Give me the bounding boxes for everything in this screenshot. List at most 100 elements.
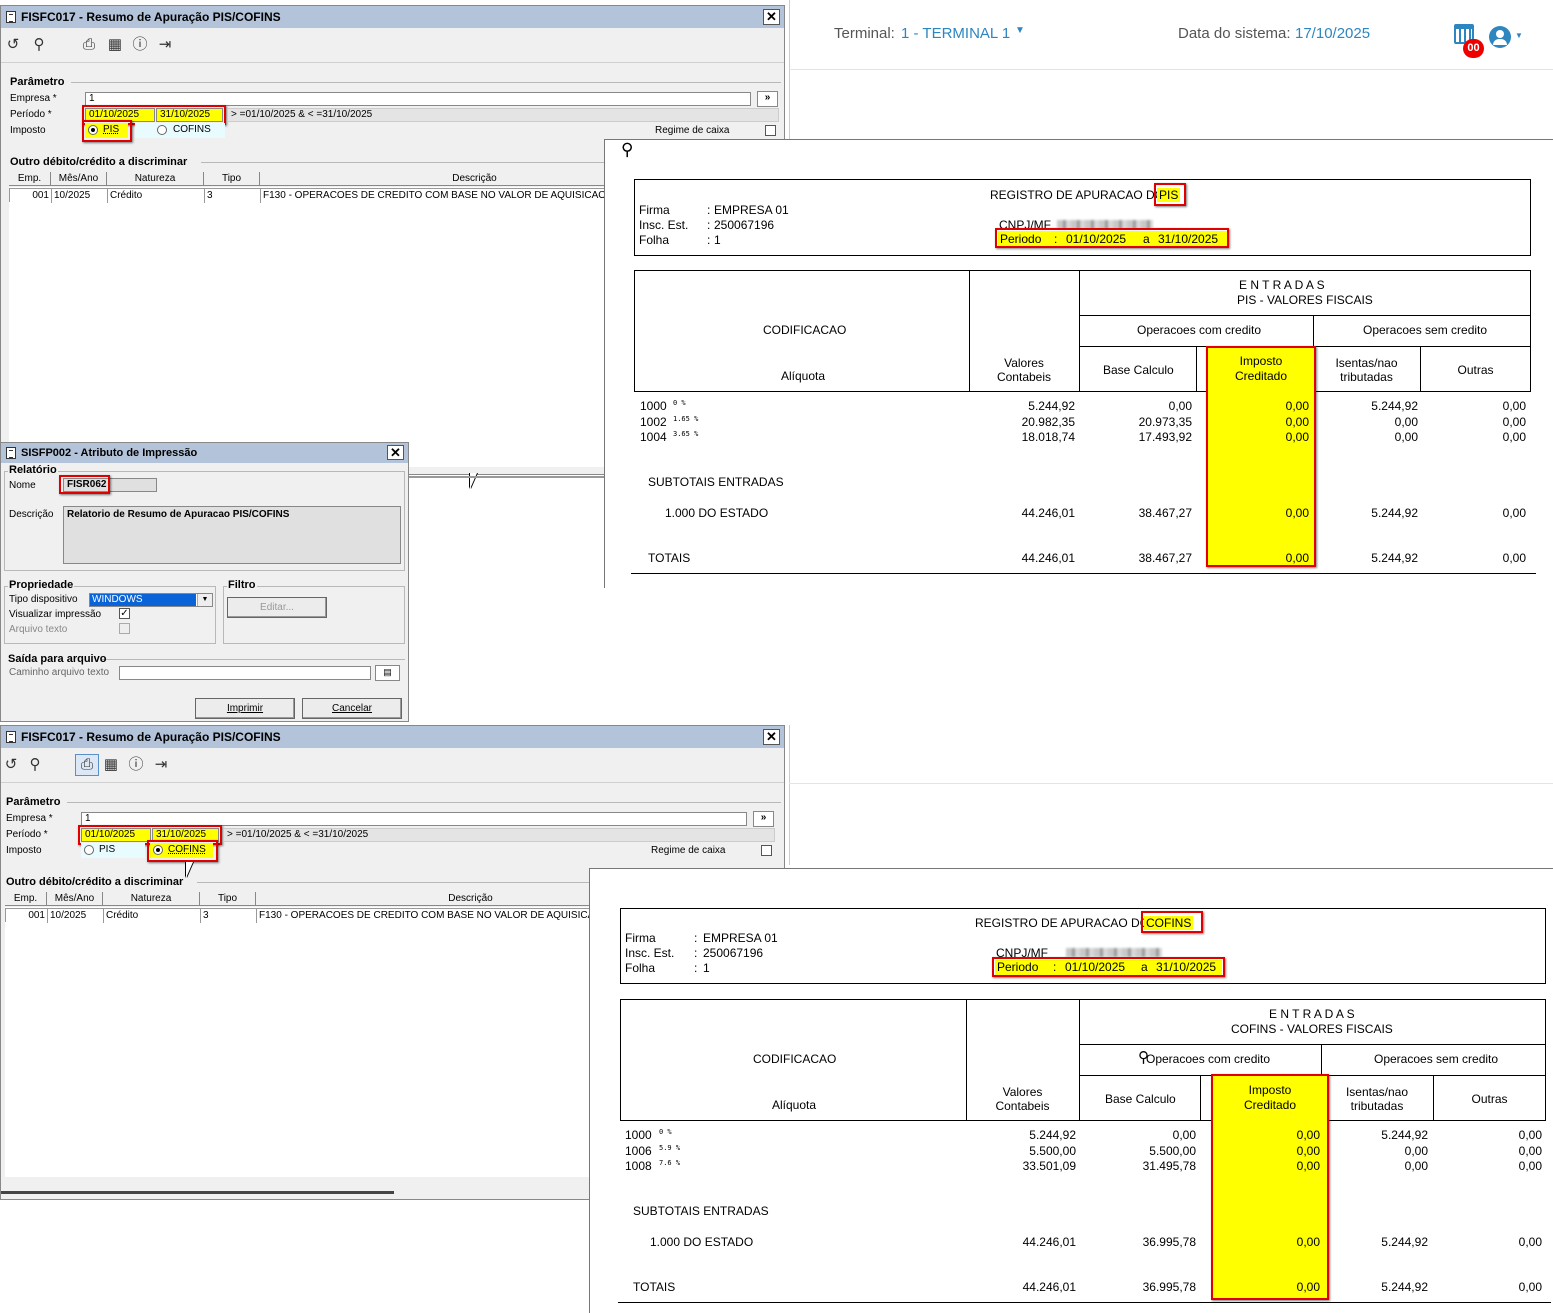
grid-group-title: Outro débito/crédito a discriminar: [10, 156, 188, 168]
pis-option[interactable]: PIS: [81, 843, 145, 858]
print-icon[interactable]: ⎙: [81, 37, 97, 53]
folha-value: 1: [714, 233, 721, 247]
annotation-title-imposto: [1154, 183, 1186, 206]
cofins-radio[interactable]: [157, 125, 167, 135]
annotation-pis: [82, 120, 132, 142]
grid-header-emp[interactable]: Emp.: [9, 172, 51, 186]
report-row: 1000 0 % 5.244,92 0,00 0,00 5.244,92 0,0…: [640, 399, 1526, 413]
empresa-lookup-button[interactable]: »: [757, 91, 778, 107]
imprimir-button[interactable]: Imprimir: [195, 698, 295, 719]
close-icon[interactable]: ✕: [387, 445, 404, 460]
subtotais-label: SUBTOTAIS ENTRADAS: [633, 1204, 769, 1218]
parametro-group-title: Parâmetro: [6, 796, 61, 808]
editar-button[interactable]: Editar...: [227, 597, 327, 618]
empresa-label: Empresa *: [6, 813, 53, 824]
exit-icon[interactable]: ⇥: [153, 757, 169, 773]
pis-radio-label: PIS: [99, 844, 116, 855]
grid-header-tipo[interactable]: Tipo: [200, 892, 256, 906]
empresa-input[interactable]: 1: [85, 92, 751, 106]
grid-header-tipo[interactable]: Tipo: [204, 172, 260, 186]
saida-arquivo-group-title: Saída para arquivo: [8, 653, 107, 665]
regime-caixa-label: Regime de caixa: [651, 845, 726, 856]
browse-folder-icon[interactable]: ▤: [375, 665, 400, 681]
refresh-icon[interactable]: ↺: [3, 757, 19, 773]
window-titlebar: FISFC017 - Resumo de Apuração PIS/COFINS…: [1, 6, 784, 28]
insc-value: 250067196: [703, 946, 764, 960]
document-icon: [6, 11, 16, 23]
zoom-icon[interactable]: ⚲: [1138, 1048, 1149, 1066]
report-row: 1006 5.9 % 5.500,00 5.500,00 0,00 0,00 0…: [625, 1144, 1542, 1158]
annotation-title-imposto: [1141, 911, 1203, 933]
tipo-dispositivo-label: Tipo dispositivo: [9, 594, 78, 605]
grid-header-natureza[interactable]: Natureza: [107, 172, 204, 186]
relatorio-group-title: Relatório: [8, 464, 58, 476]
regime-caixa-checkbox[interactable]: [761, 845, 772, 856]
nome-label: Nome: [9, 480, 36, 491]
close-icon[interactable]: ✕: [763, 729, 780, 745]
calendar-icon[interactable]: ▦: [103, 757, 119, 773]
report-row: 1002 1.65 % 20.982,35 20.973,35 0,00 0,0…: [640, 415, 1526, 429]
exit-icon[interactable]: ⇥: [157, 37, 173, 53]
system-date-label: Data do sistema:: [1178, 25, 1291, 42]
folha-value: 1: [703, 961, 710, 975]
refresh-icon[interactable]: ↺: [5, 37, 21, 53]
cancelar-button[interactable]: Cancelar: [302, 698, 402, 719]
annotation-periodo: [992, 957, 1225, 977]
report-row-estado: 1.000 DO ESTADO 44.246,01 36.995,78 0,00…: [650, 1235, 1542, 1249]
empresa-lookup-button[interactable]: »: [753, 811, 774, 827]
grid-header-emp[interactable]: Emp.: [5, 892, 47, 906]
notification-badge: 00: [1463, 39, 1484, 58]
close-icon[interactable]: ✕: [763, 9, 780, 25]
visualizar-impressao-checkbox[interactable]: ✓: [119, 608, 130, 619]
grid-group-title: Outro débito/crédito a discriminar: [6, 876, 184, 888]
grid-header-natureza[interactable]: Natureza: [103, 892, 200, 906]
report-row: 1000 0 % 5.244,92 0,00 0,00 5.244,92 0,0…: [625, 1128, 1542, 1142]
cofins-radio-label: COFINS: [173, 124, 211, 135]
report-title: REGISTRO DE APURACAO DO: [990, 188, 1165, 202]
dialog-title: SISFP002 - Atributo de Impressão: [21, 447, 198, 459]
caret-down-icon[interactable]: ▼: [1015, 25, 1025, 36]
help-icon[interactable]: ⓘ: [128, 757, 144, 773]
regime-caixa-checkbox[interactable]: [765, 125, 776, 136]
imposto-label: Imposto: [6, 845, 42, 856]
terminal-label: Terminal:: [834, 25, 895, 42]
regime-caixa-label: Regime de caixa: [655, 125, 730, 136]
arquivo-texto-checkbox[interactable]: [119, 623, 130, 634]
print-icon[interactable]: ⎙: [75, 754, 99, 776]
caminho-arquivo-input[interactable]: [119, 666, 371, 680]
grid-header-mesano[interactable]: Mês/Ano: [51, 172, 107, 186]
table-row[interactable]: 001 10/2025 Crédito 3 F130 - OPERACOES D…: [9, 188, 699, 203]
descricao-label: Descrição: [9, 509, 54, 520]
zoom-icon[interactable]: ⚲: [621, 140, 633, 160]
chevron-down-icon[interactable]: ▼: [197, 594, 212, 606]
report-row: 1008 7.6 % 33.501,09 31.495,78 0,00 0,00…: [625, 1159, 1542, 1173]
report-row-totais: TOTAIS 44.246,01 38.467,27 0,00 5.244,92…: [648, 551, 1526, 565]
tipo-dispositivo-select[interactable]: WINDOWS ▼: [89, 593, 213, 607]
imposto-label: Imposto: [10, 125, 46, 136]
parametro-group-title: Parâmetro: [10, 76, 65, 88]
report-preview-pis: ⚲ REGISTRO DE APURACAO DO PIS Firma : EM…: [604, 139, 1553, 588]
pis-radio[interactable]: [84, 845, 94, 855]
periodo-expression: > =01/10/2025 & < =31/10/2025: [223, 828, 775, 842]
firma-value: EMPRESA 01: [714, 203, 789, 217]
chevron-down-icon[interactable]: ▼: [1515, 31, 1523, 40]
insc-value: 250067196: [714, 218, 775, 232]
document-icon: [6, 731, 16, 743]
cofins-option[interactable]: COFINS: [135, 123, 225, 138]
arquivo-texto-label: Arquivo texto: [9, 624, 68, 635]
terminal-dropdown[interactable]: 1 - TERMINAL 1: [901, 25, 1010, 42]
periodo-label: Período *: [10, 109, 52, 120]
firma-value: EMPRESA 01: [703, 931, 778, 945]
mouse-pointer: [186, 862, 193, 878]
user-avatar-icon[interactable]: [1489, 26, 1511, 48]
search-icon[interactable]: ⚲: [27, 757, 43, 773]
empresa-input[interactable]: 1: [81, 812, 747, 826]
report-row-totais: TOTAIS 44.246,01 36.995,78 0,00 5.244,92…: [633, 1280, 1542, 1294]
app-topbar: Terminal: 1 - TERMINAL 1 ▼ Data do siste…: [789, 0, 1553, 70]
help-icon[interactable]: ⓘ: [132, 37, 148, 53]
calendar-icon[interactable]: ▦: [107, 37, 123, 53]
subtotais-label: SUBTOTAIS ENTRADAS: [648, 475, 784, 489]
grid-body: [9, 187, 699, 467]
grid-header-mesano[interactable]: Mês/Ano: [47, 892, 103, 906]
search-icon[interactable]: ⚲: [31, 37, 47, 53]
